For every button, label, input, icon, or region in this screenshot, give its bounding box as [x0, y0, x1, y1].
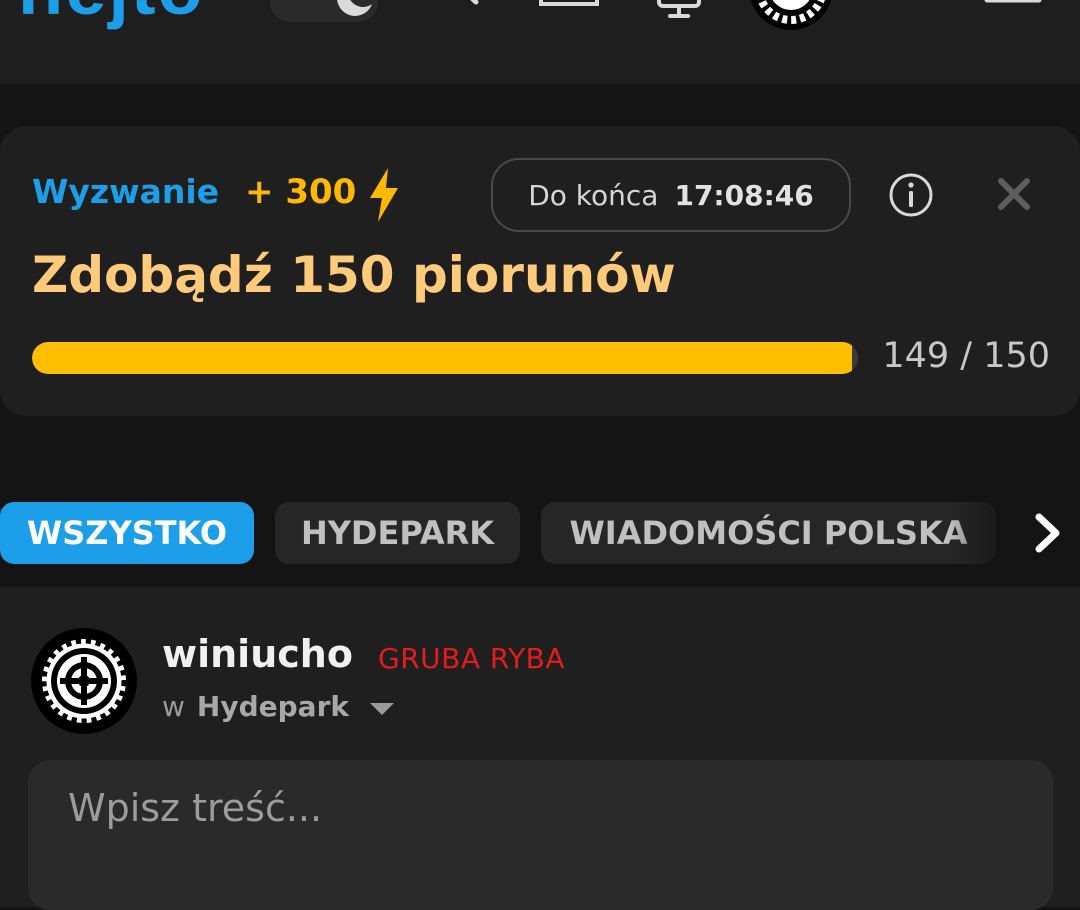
top-header: hejto	[0, 0, 1080, 84]
category-tabs: WSZYSTKO HYDEPARK WIADOMOŚCI POLSKA	[0, 502, 1080, 566]
lightning-icon	[370, 168, 398, 222]
search-icon[interactable]	[436, 0, 482, 10]
channel-prefix: w	[162, 690, 185, 723]
user-rank-badge: GRUBA RYBA	[378, 642, 566, 675]
challenge-label: Wyzwanie	[32, 172, 220, 211]
chevron-right-icon[interactable]	[1030, 512, 1066, 554]
tab-hydepark[interactable]: HYDEPARK	[275, 502, 520, 564]
close-icon[interactable]	[996, 176, 1032, 212]
info-icon[interactable]	[888, 172, 934, 218]
timer-pill: Do końca 17:08:46	[491, 158, 851, 232]
site-logo[interactable]: hejto	[18, 0, 205, 26]
progress-fill	[32, 342, 853, 374]
theme-toggle[interactable]	[270, 0, 378, 22]
timer-value: 17:08:46	[674, 178, 814, 212]
channel-selector[interactable]: w Hydepark	[162, 690, 395, 723]
avatar[interactable]	[748, 0, 834, 32]
tab-wszystko[interactable]: WSZYSTKO	[0, 502, 254, 564]
caret-down-icon	[370, 702, 394, 715]
challenge-points: + 300	[245, 172, 357, 212]
moon-icon	[337, 0, 372, 16]
inbox-icon[interactable]	[538, 0, 600, 10]
progress-count: 149 / 150	[882, 336, 1050, 376]
avatar[interactable]	[30, 627, 138, 735]
username[interactable]: winiucho	[162, 632, 353, 676]
timer-label: Do końca	[528, 178, 659, 212]
challenge-title: Zdobądź 150 piorunów	[32, 246, 676, 304]
challenge-progress-bar	[32, 342, 858, 374]
menu-icon[interactable]	[984, 0, 1042, 12]
post-content-input[interactable]	[28, 760, 1053, 910]
tv-icon[interactable]	[656, 0, 702, 20]
channel-name: Hydepark	[196, 690, 349, 723]
tab-wiadomosci-polska[interactable]: WIADOMOŚCI POLSKA	[541, 502, 996, 564]
